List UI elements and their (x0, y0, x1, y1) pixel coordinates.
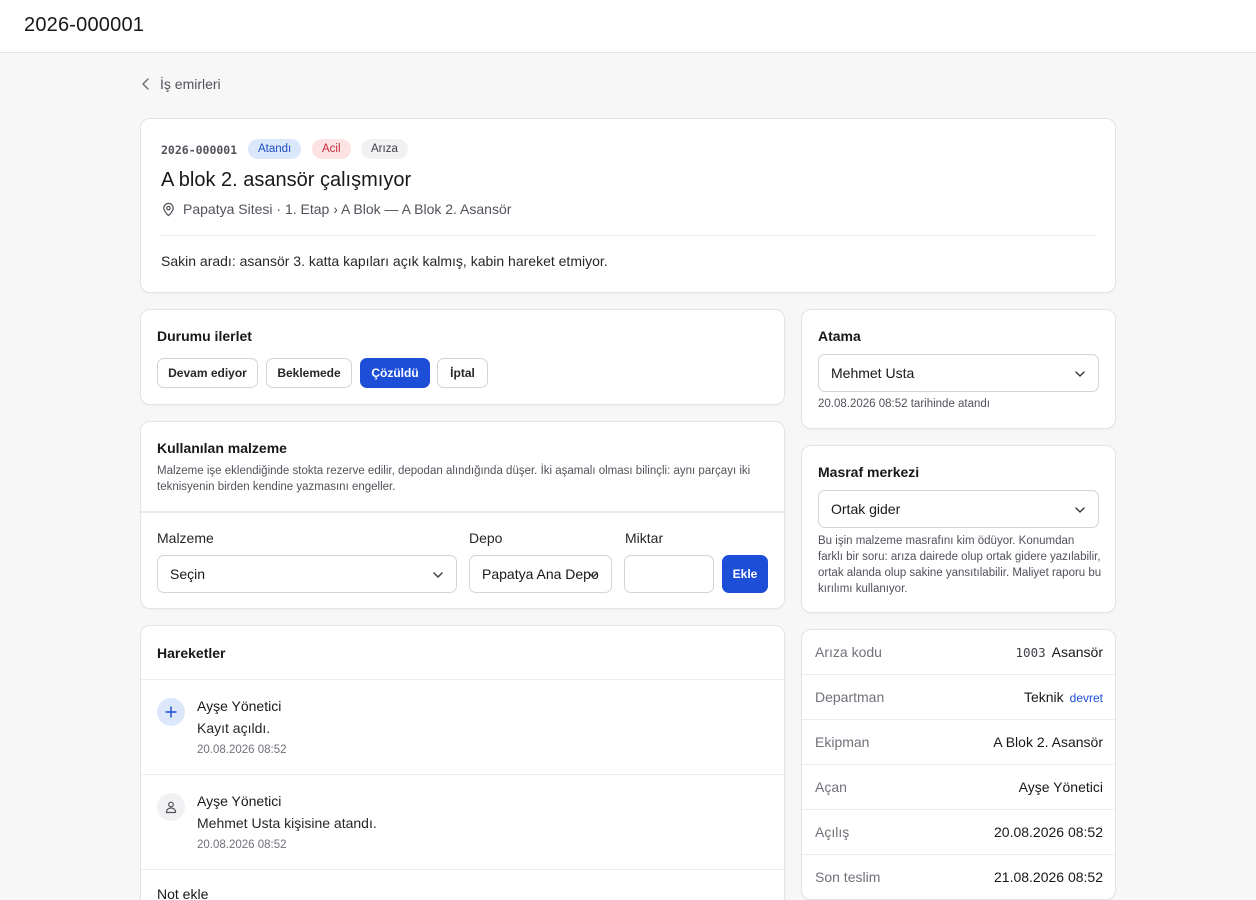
detail-row-department: Departman Teknik devret (802, 675, 1115, 720)
event-time: 20.08.2026 08:52 (197, 839, 287, 851)
history-title: Hareketler (157, 645, 226, 661)
status-panel-title: Durumu ilerlet (157, 328, 252, 344)
opened-value: 20.08.2026 08:52 (994, 824, 1103, 840)
back-link[interactable]: İş emirleri (140, 76, 221, 92)
assignee-select[interactable]: Mehmet Usta (818, 354, 1099, 392)
details-panel: Arıza kodu 1003 Asansör Departman Teknik d… (801, 629, 1116, 900)
on-hold-button[interactable]: Beklemede (266, 358, 352, 388)
type-badge: Arıza (361, 139, 408, 159)
user-icon (157, 793, 185, 821)
chevron-left-icon (142, 78, 149, 90)
detail-label: Açılış (815, 824, 850, 840)
detail-row-due: Son teslim 21.08.2026 08:52 (802, 855, 1115, 899)
assignment-panel: Atama Mehmet Usta 20.08.2026 08:52 tarih… (801, 309, 1116, 429)
assignment-meta: 20.08.2026 08:52 tarihinde atandı (818, 398, 991, 410)
work-order-title: A blok 2. asansör çalışmıyor (161, 169, 412, 191)
department-value: Teknik (1023, 689, 1064, 705)
chevron-down-icon (588, 572, 598, 578)
work-order-code: 2026-000001 (161, 143, 238, 157)
history-event: Ayşe Yönetici Kayıt açıldı. 20.08.2026 0… (141, 680, 784, 775)
status-badge: Atandı (248, 139, 302, 159)
material-select[interactable]: Seçin (157, 555, 457, 593)
work-order-description: Sakin aradı: asansör 3. katta kapıları a… (161, 253, 608, 269)
material-label: Malzeme (157, 530, 214, 546)
detail-label: Departman (815, 689, 885, 705)
detail-label: Açan (815, 779, 847, 795)
detail-row-opener: Açan Ayşe Yönetici (802, 765, 1115, 810)
resolved-button[interactable]: Çözüldü (360, 358, 430, 388)
depot-label: Depo (469, 530, 503, 546)
fault-code: 1003 (1015, 645, 1046, 660)
detail-label: Son teslim (815, 869, 881, 885)
equipment-value: A Blok 2. Asansör (993, 734, 1103, 750)
detail-label: Ekipman (815, 734, 870, 750)
event-time: 20.08.2026 08:52 (197, 744, 287, 756)
quantity-label: Miktar (625, 530, 664, 546)
cost-center-title: Masraf merkezi (818, 464, 920, 480)
depot-select[interactable]: Papatya Ana Depo (469, 555, 612, 593)
fault-name: Asansör (1051, 644, 1103, 660)
material-select-value: Seçin (170, 566, 206, 582)
materials-title: Kullanılan malzeme (157, 440, 287, 456)
chevron-down-icon (1075, 371, 1085, 377)
cost-center-select-value: Ortak gider (831, 501, 901, 517)
page-title: 2026-000001 (24, 14, 145, 36)
transfer-link[interactable]: devret (1070, 691, 1103, 705)
assignee-select-value: Mehmet Usta (831, 365, 915, 381)
materials-description: Malzeme işe eklendiğinde stokta rezerve … (157, 465, 751, 493)
materials-panel: Kullanılan malzeme Malzeme işe eklendiği… (140, 421, 785, 609)
cost-center-panel: Masraf merkezi Ortak gider Bu işin malze… (801, 445, 1116, 613)
header-divider (161, 235, 1095, 236)
top-bar: 2026-000001 (0, 0, 1256, 53)
chevron-down-icon (433, 572, 443, 578)
chevron-down-icon (1075, 507, 1085, 513)
cancel-button[interactable]: İptal (437, 358, 488, 388)
add-note-label: Not ekle (157, 886, 209, 900)
history-divider (141, 869, 784, 870)
due-value: 21.08.2026 08:52 (994, 869, 1103, 885)
detail-row-opened: Açılış 20.08.2026 08:52 (802, 810, 1115, 855)
in-progress-button[interactable]: Devam ediyor (157, 358, 258, 388)
plus-icon (157, 698, 185, 726)
location-pin-icon (163, 202, 174, 216)
quantity-input[interactable] (624, 555, 714, 593)
event-actor: Ayşe Yönetici (197, 698, 282, 714)
event-text: Kayıt açıldı. (197, 720, 271, 736)
cost-center-description: Bu işin malzeme masrafını kim ödüyor. Ko… (818, 535, 1102, 595)
assignment-title: Atama (818, 328, 861, 344)
cost-center-select[interactable]: Ortak gider (818, 490, 1099, 528)
history-event: Ayşe Yönetici Mehmet Usta kişisine atand… (141, 775, 784, 870)
event-text: Mehmet Usta kişisine atandı. (197, 815, 377, 831)
opener-value: Ayşe Yönetici (1018, 779, 1103, 795)
status-panel: Durumu ilerlet Devam ediyor Beklemede Çö… (140, 309, 785, 405)
materials-divider (141, 511, 784, 513)
event-actor: Ayşe Yönetici (197, 793, 282, 809)
detail-row-fault-code: Arıza kodu 1003 Asansör (802, 630, 1115, 675)
add-material-button[interactable]: Ekle (722, 555, 768, 593)
history-panel: Hareketler Ayşe Yönetici Kayıt açıldı. 2… (140, 625, 785, 900)
detail-row-equipment: Ekipman A Blok 2. Asansör (802, 720, 1115, 765)
work-order-header: 2026-000001 Atandı Acil Arıza A blok 2. … (140, 118, 1116, 293)
priority-badge: Acil (312, 139, 351, 159)
detail-label: Arıza kodu (815, 644, 882, 660)
work-order-location: Papatya Sitesi · 1. Etap › A Blok — A Bl… (161, 201, 511, 217)
location-text: Papatya Sitesi · 1. Etap › A Blok — A Bl… (183, 201, 512, 217)
back-link-label: İş emirleri (160, 76, 221, 92)
